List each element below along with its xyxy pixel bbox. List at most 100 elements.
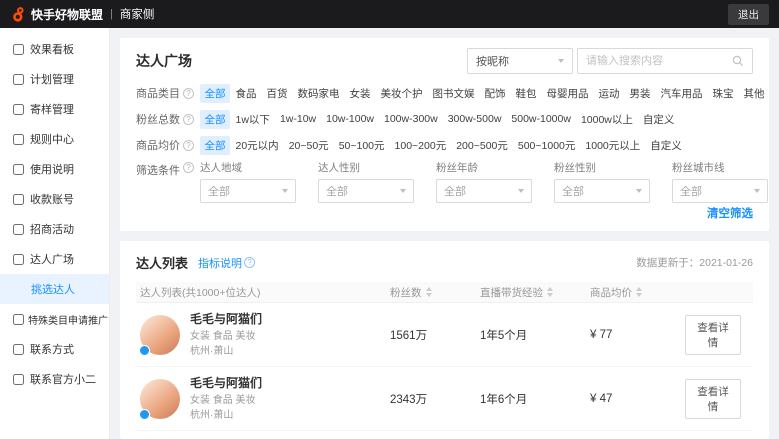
- talent-name: 毛毛与阿猫们: [190, 374, 262, 391]
- filter-option[interactable]: 自定义: [646, 136, 687, 155]
- select-label: 达人性别: [318, 160, 414, 175]
- filter-option[interactable]: 1000w以上: [576, 110, 637, 129]
- sidebar-item[interactable]: 达人广场: [0, 244, 109, 274]
- filter-option[interactable]: 数码家电: [293, 84, 344, 103]
- filter-select-group: 粉丝性别 全部: [554, 160, 650, 203]
- sidebar-item[interactable]: 特殊类目申请推广: [0, 304, 109, 334]
- column-live-experience: 直播带货经验: [480, 285, 590, 300]
- filter-options: 全部食品百货数码家电女装美妆个护图书文娱配饰鞋包母婴用品运动男装汽车用品珠宝其他: [200, 84, 770, 103]
- filter-option[interactable]: 运动: [594, 84, 624, 103]
- contact-icon: [13, 344, 24, 355]
- info-icon: [183, 88, 194, 99]
- sidebar-item-label: 效果看板: [30, 41, 74, 57]
- filter-option[interactable]: 图书文娱: [428, 84, 479, 103]
- clear-filters-link[interactable]: 清空筛选: [707, 205, 753, 221]
- view-details-button[interactable]: 查看详情: [685, 379, 741, 419]
- filter-option[interactable]: 美妆个护: [376, 84, 427, 103]
- filter-option[interactable]: 食品: [231, 84, 261, 103]
- chevron-down-icon: [558, 59, 564, 63]
- column-fans: 粉丝数: [390, 285, 480, 300]
- sidebar-item[interactable]: 寄样管理: [0, 94, 109, 124]
- filter-select[interactable]: 全部: [436, 179, 532, 203]
- campaign-icon: [13, 224, 24, 235]
- filter-select[interactable]: 全部: [672, 179, 768, 203]
- filter-option[interactable]: 100w-300w: [380, 111, 443, 127]
- sidebar-item-label: 招商活动: [30, 221, 74, 237]
- sort-fans-icon[interactable]: [426, 287, 432, 297]
- filter-option[interactable]: 全部: [200, 110, 230, 129]
- filter-option[interactable]: 1w以下: [231, 110, 274, 129]
- filter-option[interactable]: 20~50元: [284, 136, 333, 155]
- sidebar-item[interactable]: 联系方式: [0, 334, 109, 364]
- filter-option[interactable]: 100~200元: [390, 136, 451, 155]
- plan-icon: [13, 74, 24, 85]
- sidebar-item-label: 联系方式: [30, 341, 74, 357]
- filter-option[interactable]: 500w-1000w: [507, 111, 576, 127]
- talent-tags: 女装 食品 美妆: [190, 393, 262, 408]
- search-type-select[interactable]: 按昵称: [467, 48, 573, 74]
- filter-select[interactable]: 全部: [200, 179, 296, 203]
- select-label: 粉丝性别: [554, 160, 650, 175]
- avatar: [140, 379, 180, 419]
- sidebar-item-label: 寄样管理: [30, 101, 74, 117]
- filter-option[interactable]: 10w-100w: [322, 111, 379, 127]
- filter-option[interactable]: 鞋包: [511, 84, 541, 103]
- filter-option[interactable]: 200~500元: [452, 136, 513, 155]
- sidebar-item-label: 收款账号: [30, 191, 74, 207]
- filter-option[interactable]: 500~1000元: [513, 136, 580, 155]
- sidebar-item[interactable]: 使用说明: [0, 154, 109, 184]
- filter-option[interactable]: 全部: [200, 136, 230, 155]
- filter-option[interactable]: 珠宝: [708, 84, 738, 103]
- filter-row: 粉丝总数 全部1w以下1w-10w10w-100w100w-300w300w-5…: [136, 108, 753, 130]
- filter-option[interactable]: 其他: [739, 84, 769, 103]
- sort-price-icon[interactable]: [636, 287, 642, 297]
- brand-divider: |: [110, 8, 113, 20]
- filter-option[interactable]: 1w-10w: [275, 111, 320, 127]
- select-label: 达人地域: [200, 160, 296, 175]
- filter-option[interactable]: 男装: [625, 84, 655, 103]
- filter-option[interactable]: 自定义: [638, 110, 679, 129]
- special-category-icon: [13, 314, 24, 325]
- sidebar-item[interactable]: 联系官方小二: [0, 364, 109, 394]
- filter-option[interactable]: 50~100元: [334, 136, 389, 155]
- view-details-button[interactable]: 查看详情: [685, 315, 741, 355]
- filter-option[interactable]: 女装: [345, 84, 375, 103]
- filter-select[interactable]: 全部: [554, 179, 650, 203]
- sidebar-item[interactable]: 收款账号: [0, 184, 109, 214]
- chevron-down-icon: [754, 189, 760, 193]
- fans-count: 1561万: [390, 327, 480, 343]
- search-input[interactable]: [586, 55, 726, 67]
- filter-conditions-row: 筛选条件 达人地域 全部 达人性别 全部 粉丝年龄 全部 粉丝性别 全部 粉丝城…: [136, 160, 753, 203]
- filter-option[interactable]: 1000元以上: [581, 136, 645, 155]
- sidebar-item-label: 使用说明: [30, 161, 74, 177]
- sidebar-item[interactable]: 挑选达人: [0, 274, 109, 304]
- kuaishou-logo: [10, 6, 26, 22]
- filter-option[interactable]: 全部: [200, 84, 230, 103]
- logout-button[interactable]: 退出: [728, 4, 769, 25]
- filter-option[interactable]: 母婴用品: [542, 84, 593, 103]
- filter-options: 全部20元以内20~50元50~100元100~200元200~500元500~…: [200, 136, 687, 155]
- filter-select-group: 粉丝城市线 全部: [672, 160, 768, 203]
- sidebar-item[interactable]: 效果看板: [0, 34, 109, 64]
- chevron-down-icon: [282, 189, 288, 193]
- info-icon: [183, 140, 194, 151]
- table-row: 毛毛与阿猫们 女装 食品 美妆 杭州·萧山 1561万 1年5个月 ¥ 77 查…: [136, 303, 753, 367]
- sidebar-item[interactable]: 规则中心: [0, 124, 109, 154]
- talent-plaza-card: 达人广场 按昵称 商品类目: [120, 38, 769, 231]
- info-icon: [244, 257, 255, 268]
- filter-option[interactable]: 300w-500w: [443, 111, 506, 127]
- verified-badge-icon: [139, 409, 150, 420]
- chevron-down-icon: [518, 189, 524, 193]
- filter-label: 商品均价: [136, 137, 180, 153]
- sidebar-item[interactable]: 计划管理: [0, 64, 109, 94]
- metric-explain-link[interactable]: 指标说明: [198, 255, 255, 271]
- filter-option[interactable]: 配饰: [480, 84, 510, 103]
- sidebar-item[interactable]: 招商活动: [0, 214, 109, 244]
- filter-option[interactable]: 汽车用品: [656, 84, 707, 103]
- filter-option[interactable]: 20元以内: [231, 136, 283, 155]
- talent-location: 杭州·萧山: [190, 408, 262, 423]
- filter-option[interactable]: 百货: [262, 84, 292, 103]
- filter-select[interactable]: 全部: [318, 179, 414, 203]
- sort-experience-icon[interactable]: [547, 287, 553, 297]
- list-title: 达人列表: [136, 253, 188, 272]
